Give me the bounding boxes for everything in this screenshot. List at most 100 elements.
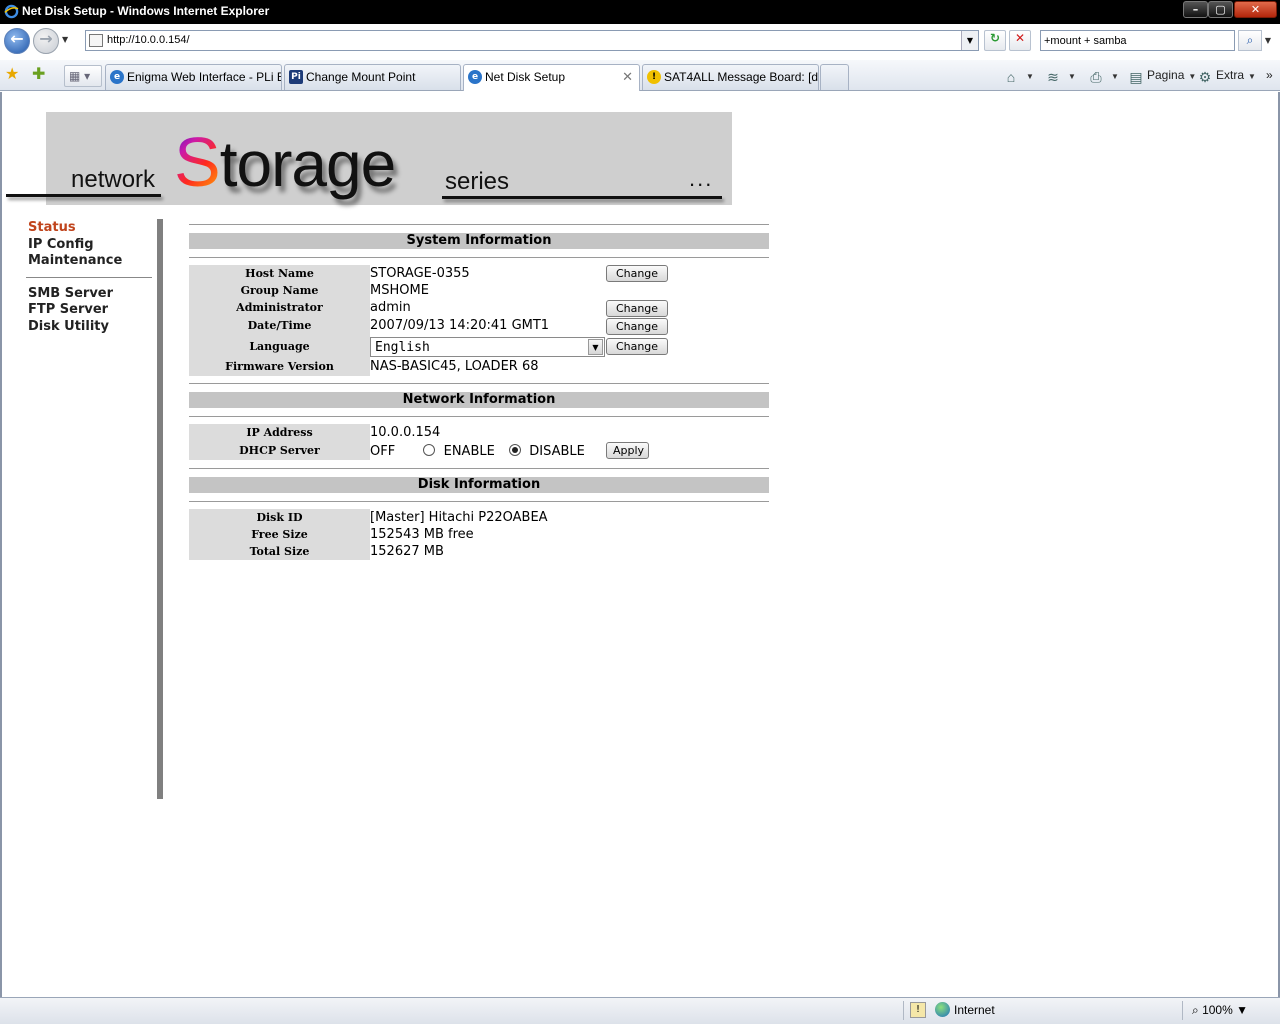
- ie-icon: e: [468, 70, 482, 84]
- search-box[interactable]: [1040, 30, 1235, 51]
- free-size-row: Free Size 152543 MB free: [189, 526, 769, 543]
- change-date-time-button[interactable]: Change: [606, 318, 668, 335]
- banner-underline: [442, 196, 722, 199]
- page-icon: [89, 34, 103, 47]
- zoom-level-value: 100%: [1202, 1003, 1233, 1017]
- change-host-name-button[interactable]: Change: [606, 265, 668, 282]
- group-name-value: MSHOME: [370, 283, 429, 298]
- section-rule: [189, 257, 769, 258]
- host-name-value: STORAGE-0355: [370, 266, 470, 281]
- status-divider: [903, 1001, 904, 1020]
- dhcp-server-label: DHCP Server: [189, 442, 370, 460]
- network-information-table: IP Address 10.0.0.154 DHCP Server OFF EN…: [189, 424, 769, 460]
- disk-id-label: Disk ID: [189, 509, 370, 526]
- tab-net-disk-setup[interactable]: e Net Disk Setup ✕: [463, 64, 640, 91]
- search-input[interactable]: [1041, 31, 1231, 50]
- tab-bar: ★ ✚ ▦ ▾ e Enigma Web Interface - PLi E..…: [0, 60, 1280, 91]
- dhcp-server-row: DHCP Server OFF ENABLE DISABLE Apply: [189, 442, 769, 460]
- nav-status[interactable]: Status: [28, 220, 156, 237]
- zoom-level-button[interactable]: ⌕ 100% ▼: [1192, 1003, 1248, 1018]
- forward-button[interactable]: →: [33, 28, 59, 54]
- firmware-version-row: Firmware Version NAS-BASIC45, LOADER 68: [189, 357, 769, 376]
- tools-menu[interactable]: ⚙ Extra ▼: [1197, 64, 1256, 86]
- page-menu-label: Pagina: [1147, 68, 1185, 82]
- banner-underline: [6, 194, 161, 197]
- internet-explorer-icon: [4, 4, 19, 19]
- recent-pages-dropdown[interactable]: ▼: [62, 35, 68, 44]
- nav-maintenance[interactable]: Maintenance: [28, 253, 156, 270]
- new-tab-button[interactable]: [820, 64, 849, 90]
- nav-disk-utility[interactable]: Disk Utility: [28, 319, 156, 336]
- address-bar[interactable]: http://10.0.0.154/ ▼: [85, 30, 979, 51]
- close-tab-icon[interactable]: ✕: [622, 65, 633, 89]
- dhcp-enable-label: ENABLE: [443, 444, 495, 459]
- tab-label: Enigma Web Interface - PLi E...: [127, 70, 282, 84]
- print-button[interactable]: ⎙ ▼: [1088, 64, 1119, 86]
- nav-vertical-divider: [157, 219, 163, 799]
- banner-dots: ...: [689, 166, 714, 191]
- pli-icon: Pi: [289, 70, 303, 84]
- section-rule: [189, 468, 769, 469]
- section-rule: [189, 416, 769, 417]
- firmware-version-label: Firmware Version: [189, 357, 370, 376]
- quick-tabs-icon: ▦ ▾: [69, 69, 91, 83]
- security-zone-label[interactable]: Internet: [954, 1003, 995, 1017]
- side-navigation: Status IP Config Maintenance SMB Server …: [26, 220, 156, 336]
- add-favorite-icon[interactable]: ✚: [32, 64, 45, 83]
- administrator-row: Administrator admin Change: [189, 299, 769, 317]
- date-time-value: 2007/09/13 14:20:41 GMT1: [370, 318, 550, 333]
- administrator-value: admin: [370, 300, 411, 315]
- language-row: Language English ▼ Change: [189, 336, 769, 357]
- dhcp-state-value: OFF: [370, 444, 396, 459]
- dhcp-disable-radio[interactable]: [509, 444, 522, 456]
- search-button[interactable]: ⌕: [1238, 30, 1262, 51]
- tab-label: Change Mount Point: [306, 70, 416, 84]
- feeds-button[interactable]: ≋ ▼: [1045, 64, 1076, 86]
- disk-information-table: Disk ID [Master] Hitachi P22OABEA Free S…: [189, 509, 769, 560]
- tab-enigma[interactable]: e Enigma Web Interface - PLi E...: [105, 64, 282, 90]
- total-size-value: 152627 MB: [370, 544, 444, 559]
- tab-label: Net Disk Setup: [485, 70, 566, 84]
- disk-id-value: [Master] Hitachi P22OABEA: [370, 510, 548, 525]
- language-selected-value: English: [375, 340, 430, 355]
- free-size-value: 152543 MB free: [370, 527, 474, 542]
- globe-icon: [935, 1002, 950, 1017]
- change-administrator-button[interactable]: Change: [606, 300, 668, 317]
- minimize-button[interactable]: –: [1183, 1, 1208, 18]
- tab-change-mount-point[interactable]: Pi Change Mount Point: [284, 64, 461, 90]
- nav-ftp-server[interactable]: FTP Server: [28, 302, 156, 319]
- nav-ip-config[interactable]: IP Config: [28, 237, 156, 254]
- dhcp-disable-label: DISABLE: [529, 444, 585, 459]
- banner-series-text: series: [445, 168, 510, 195]
- protected-mode-icon[interactable]: !: [910, 1002, 926, 1018]
- ip-address-row: IP Address 10.0.0.154: [189, 424, 769, 442]
- quick-tabs-button[interactable]: ▦ ▾: [64, 65, 102, 87]
- language-select[interactable]: English ▼: [370, 337, 605, 357]
- more-commands-button[interactable]: »: [1266, 64, 1273, 86]
- disk-information-heading: Disk Information: [189, 477, 769, 493]
- address-dropdown-button[interactable]: ▼: [961, 31, 978, 50]
- banner-network-text: network: [71, 166, 156, 193]
- back-button[interactable]: ←: [4, 28, 30, 54]
- refresh-button[interactable]: ↻: [984, 30, 1006, 51]
- tab-sat4all[interactable]: ! SAT4ALL Message Board: [d...: [642, 64, 819, 90]
- apply-dhcp-button[interactable]: Apply: [606, 442, 649, 459]
- change-language-button[interactable]: Change: [606, 338, 668, 355]
- web-page-content: network Storage series ... Status IP Con…: [0, 92, 1280, 997]
- stop-button[interactable]: ✕: [1009, 30, 1031, 51]
- group-name-label: Group Name: [189, 282, 370, 299]
- address-url[interactable]: http://10.0.0.154/: [107, 34, 190, 46]
- maximize-button[interactable]: ▢: [1208, 1, 1233, 18]
- free-size-label: Free Size: [189, 526, 370, 543]
- disk-id-row: Disk ID [Master] Hitachi P22OABEA: [189, 509, 769, 526]
- date-time-label: Date/Time: [189, 316, 370, 336]
- dhcp-enable-radio[interactable]: [423, 444, 436, 456]
- close-window-button[interactable]: ✕: [1234, 1, 1277, 18]
- home-button[interactable]: ⌂ ▼: [1003, 64, 1034, 86]
- page-menu[interactable]: ▤ Pagina ▼: [1128, 64, 1196, 86]
- nav-smb-server[interactable]: SMB Server: [28, 286, 156, 303]
- total-size-row: Total Size 152627 MB: [189, 543, 769, 560]
- favorites-star-icon[interactable]: ★: [5, 64, 19, 83]
- chevron-down-icon[interactable]: ▼: [588, 339, 603, 355]
- search-options-dropdown[interactable]: ▼: [1262, 30, 1274, 51]
